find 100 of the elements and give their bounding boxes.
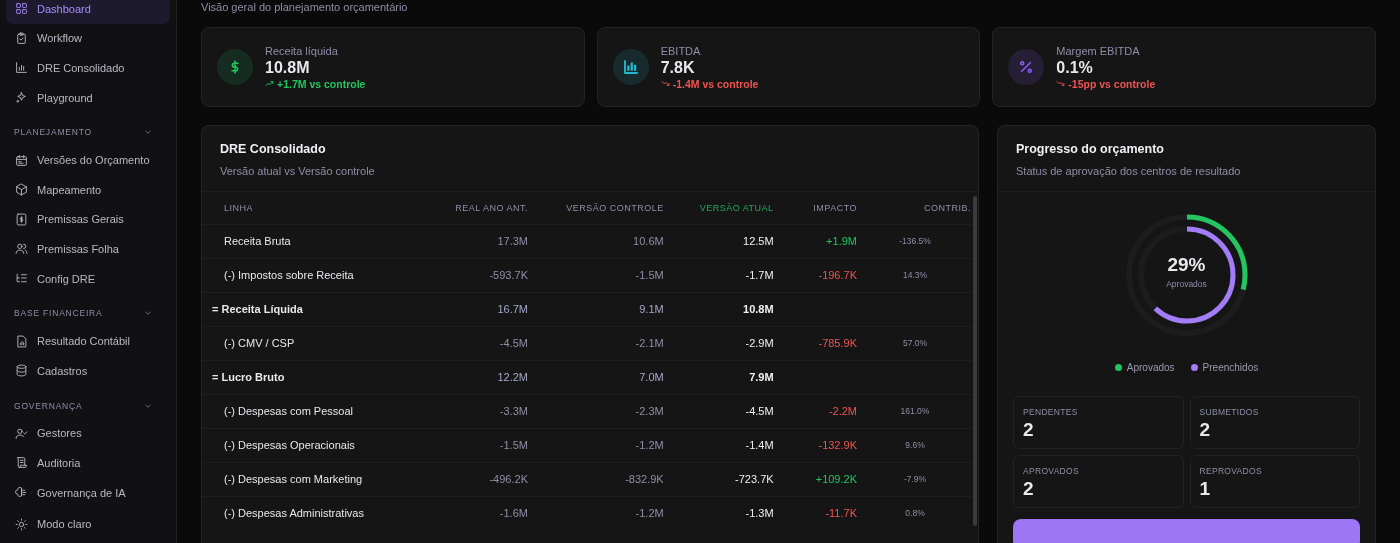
table-cell: -2.9M [745, 337, 774, 349]
panel-title: Progresso do orçamento [1016, 142, 1165, 156]
table-cell: -7.9% [903, 474, 927, 484]
table-cell: 10.6M [633, 235, 664, 247]
sidebar-item[interactable]: Workflow [6, 23, 170, 54]
kpi-value: 7.8K [660, 58, 696, 77]
table-cell: 7.9M [749, 371, 774, 383]
table-cell: -11.7K [825, 507, 857, 520]
trend-down-icon [1056, 79, 1066, 88]
kpi-delta: -1.4M vs controle [660, 77, 759, 90]
table-cell: Receita Bruta [224, 235, 291, 247]
table-cell: 16.7M [497, 303, 528, 315]
sidebar-item[interactable]: Dashboard [6, 0, 170, 24]
table-cell: = Receita Líquida [212, 303, 303, 315]
table-cell: -4.5M [499, 337, 528, 349]
sidebar-item[interactable]: Premissas Gerais [6, 204, 170, 235]
grid-icon [15, 2, 28, 16]
sidebar-item[interactable]: Governança de IA [6, 477, 170, 508]
table-cell: 12.2M [497, 371, 528, 383]
calendar-icon [15, 153, 28, 167]
table-cell: 10.8M [743, 303, 774, 315]
stat-value: 1 [1199, 478, 1212, 500]
stat-label: PENDENTES [1023, 407, 1079, 417]
sidebar-item[interactable]: Cadastros [6, 355, 170, 386]
bar-chart-icon [15, 61, 28, 75]
legend-label: Preenchidos [1202, 362, 1259, 373]
cube-icon [15, 183, 28, 197]
table-cell: -1.7M [745, 269, 774, 281]
database-icon [15, 364, 28, 378]
workflow-button[interactable] [1013, 519, 1360, 543]
panel-subtitle: Status de aprovação dos centros de resultado [1016, 165, 1242, 177]
kpi-label: EBITDA [660, 44, 702, 57]
table-cell: 14.3% [902, 270, 928, 280]
column-header: REAL ANO ANT. [420, 192, 529, 224]
table-cell: -1.2M [635, 439, 664, 451]
table-cell: 17.3M [497, 235, 528, 247]
column-header: IMPACTO [774, 192, 858, 224]
user-check-icon [15, 426, 28, 440]
page-subtitle: Visão geral do planejamento orçamentário [201, 0, 409, 14]
table-cell: (-) Despesas com Marketing [224, 473, 363, 485]
table-cell: -496.2K [489, 473, 528, 485]
table-cell: -2.1M [635, 337, 664, 349]
table-cell: -1.6M [499, 507, 528, 520]
users-icon [15, 242, 28, 256]
stat-value: 2 [1023, 478, 1035, 500]
table-cell: 0.8% [905, 508, 925, 519]
column-header: VERSÃO CONTROLE [528, 192, 665, 224]
table-cell: -1.4M [745, 439, 774, 451]
sidebar-item[interactable]: Mapeamento [6, 174, 170, 205]
theme-toggle[interactable]: Modo claro [6, 509, 170, 539]
table-cell: 161.0% [900, 406, 930, 416]
table-cell: 9.1M [639, 303, 664, 315]
table-cell: (-) Impostos sobre Receita [224, 269, 354, 281]
table-cell: -4.5M [745, 405, 774, 417]
sidebar-item[interactable]: Config DRE [6, 263, 170, 294]
stat-label: SUBMETIDOS [1199, 407, 1260, 417]
column-header: VERSÃO ATUAL [664, 192, 775, 224]
clipboard-icon [15, 31, 28, 45]
section-header[interactable]: BASE FINANCEIRA [6, 305, 170, 322]
sidebar-item[interactable]: Gestores [6, 418, 170, 449]
section-header[interactable]: GOVERNANÇA [6, 397, 170, 414]
table-cell: -832.9K [625, 473, 664, 485]
panel-subtitle: Versão atual vs Versão controle [220, 165, 376, 177]
table-cell: +109.2K [815, 473, 857, 485]
table-cell: = Lucro Bruto [212, 371, 285, 383]
kpi-delta: -15pp vs controle [1056, 77, 1156, 90]
kpi-value: 0.1% [1056, 58, 1094, 77]
percent-value: 29% [1166, 254, 1207, 276]
panel-title: DRE Consolidado [220, 142, 327, 156]
table-cell: -1.5M [499, 439, 528, 451]
sidebar-item[interactable]: Versões do Orçamento [6, 145, 170, 175]
sidebar-item[interactable]: Premissas Folha [6, 234, 170, 264]
sidebar-item[interactable]: Playground [6, 82, 170, 113]
table-cell: 7.0M [639, 371, 664, 383]
stat-value: 2 [1199, 419, 1212, 441]
table-cell: -593.7K [489, 269, 528, 281]
table-cell: 9.6% [905, 440, 925, 450]
table-cell: +1.9M [826, 235, 857, 247]
scroll-icon [15, 456, 28, 470]
stat-value: 2 [1023, 419, 1035, 441]
section-header[interactable]: PLANEJAMENTO [6, 124, 170, 141]
sparkles-icon [15, 91, 28, 105]
kpi-delta: +1.7M vs controle [265, 77, 366, 90]
table-cell: -136.5% [899, 236, 931, 246]
percent-label: Aprovados [1165, 279, 1208, 289]
document-chart-icon [15, 334, 28, 348]
column-header: LINHA [202, 192, 421, 224]
kpi-label: Margem EBITDA [1056, 44, 1141, 57]
table-cell: (-) CMV / CSP [224, 337, 295, 349]
table-cell: -785.9K [818, 337, 857, 349]
stat-label: REPROVADOS [1199, 466, 1263, 476]
table-cell: -3.3M [499, 405, 528, 417]
table-cell: -2.3M [635, 405, 664, 417]
sidebar-item[interactable]: Auditoria [6, 448, 170, 478]
sidebar-item[interactable]: Resultado Contábil [6, 326, 170, 356]
trend-down-icon [660, 79, 670, 88]
table-cell: -1.2M [635, 507, 664, 520]
sidebar-item[interactable]: DRE Consolidado [6, 53, 170, 83]
table-cell: -132.9K [818, 439, 857, 451]
dollar-document-icon [15, 212, 28, 226]
